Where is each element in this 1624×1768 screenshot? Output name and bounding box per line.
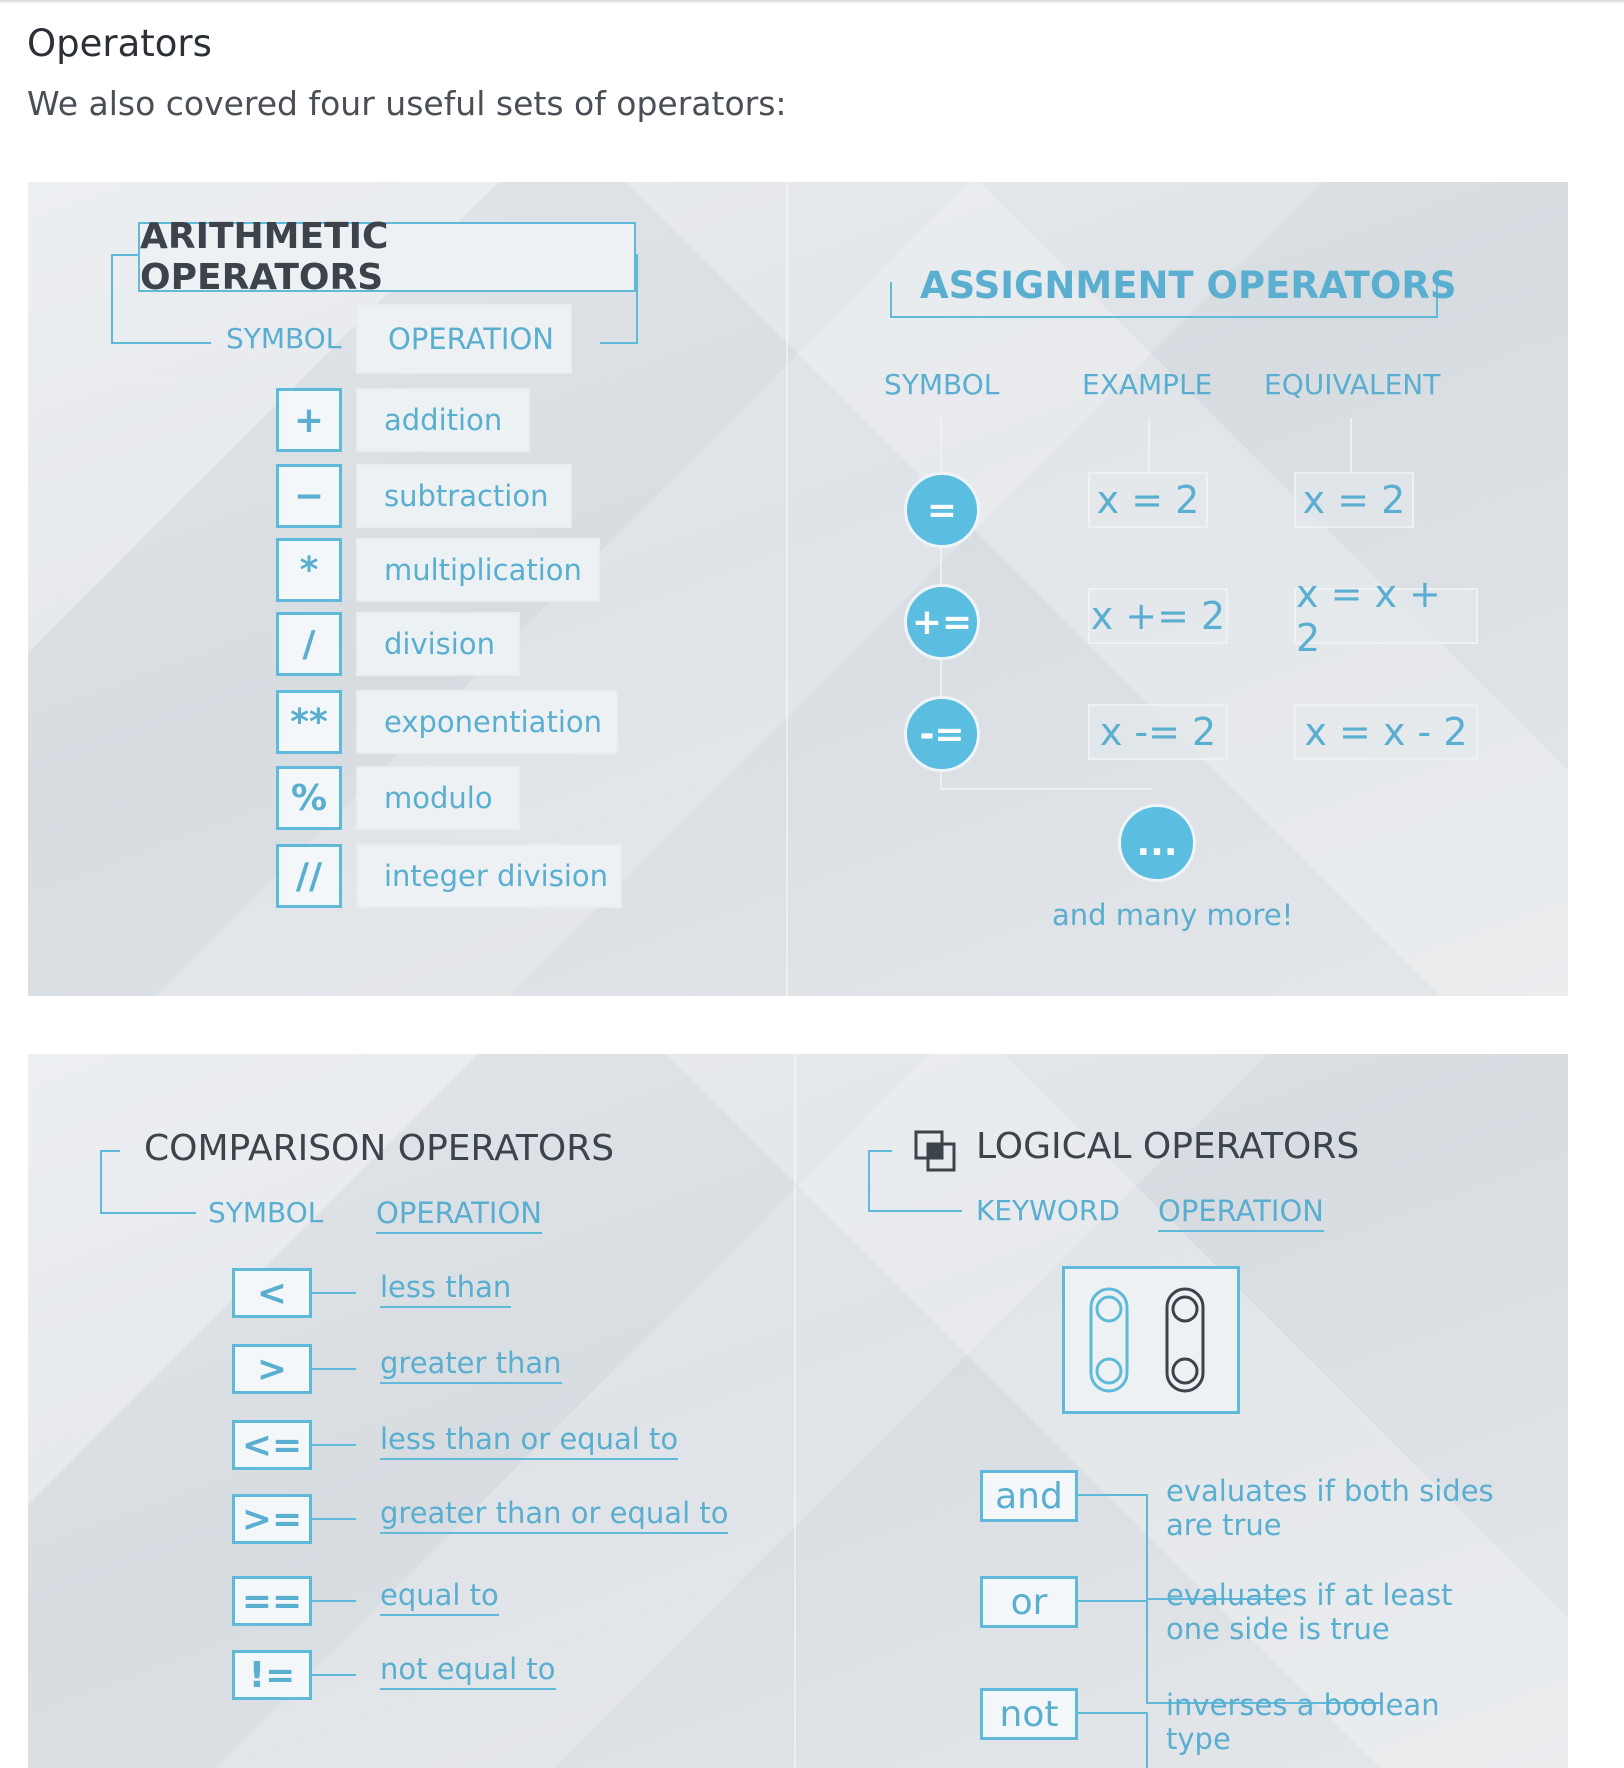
logic-keyword-and: and — [980, 1470, 1078, 1522]
arith-symbol-modulo: % — [276, 766, 342, 830]
assign-example-1: x += 2 — [1088, 588, 1228, 644]
operators-image-bottom: COMPARISON OPERATORS SYMBOL OPERATION < … — [28, 1054, 1568, 1768]
bracket-line — [636, 254, 638, 344]
logical-col-operation: OPERATION — [1158, 1194, 1324, 1232]
cmp-op-gte: greater than or equal to — [380, 1496, 729, 1534]
connector-line — [312, 1368, 356, 1370]
assignment-title: ASSIGNMENT OPERATORS — [920, 264, 1457, 307]
connector-line — [1146, 1712, 1148, 1768]
bracket-line — [600, 342, 638, 344]
logic-venn-icon — [914, 1130, 956, 1172]
bracket-line — [890, 282, 892, 318]
assignment-col-symbol: SYMBOL — [884, 368, 1000, 401]
logical-col-keyword: KEYWORD — [976, 1194, 1120, 1227]
cmp-symbol-lte: <= — [232, 1420, 312, 1470]
arith-symbol-divide: / — [276, 612, 342, 676]
assign-equivalent-2: x = x - 2 — [1294, 704, 1478, 760]
connector-line — [312, 1600, 356, 1602]
logic-desc-or: evaluates if at least one side is true — [1166, 1578, 1453, 1646]
bracket-line — [100, 1150, 102, 1214]
logic-desc-or-line1: evaluates if at least — [1166, 1578, 1453, 1612]
logic-desc-and: evaluates if both sides are true — [1166, 1474, 1494, 1542]
logical-title: LOGICAL OPERATORS — [976, 1126, 1360, 1167]
connector-line — [1078, 1600, 1148, 1602]
assign-symbol-plus-equals: += — [904, 584, 980, 660]
connector-line — [312, 1444, 356, 1446]
connector-line — [312, 1292, 356, 1294]
arith-symbol-plus: + — [276, 388, 342, 452]
arith-op-division: division — [356, 612, 520, 676]
cmp-symbol-gte: >= — [232, 1494, 312, 1544]
assign-example-0: x = 2 — [1088, 472, 1208, 528]
assign-example-2: x -= 2 — [1088, 704, 1228, 760]
assign-more-label: and many more! — [1052, 898, 1294, 932]
arith-op-modulo: modulo — [356, 766, 520, 830]
cmp-symbol-gt: > — [232, 1344, 312, 1394]
cmp-op-neq: not equal to — [380, 1652, 556, 1690]
comparison-col-operation: OPERATION — [376, 1196, 542, 1234]
cmp-op-lte: less than or equal to — [380, 1422, 679, 1460]
connector-line — [1078, 1494, 1148, 1496]
bracket-line — [111, 254, 113, 344]
bracket-line — [100, 1150, 120, 1152]
arith-op-subtraction: subtraction — [356, 464, 572, 528]
bracket-line — [868, 1210, 962, 1212]
arith-op-addition: addition — [356, 388, 530, 452]
assign-equivalent-0: x = 2 — [1294, 472, 1414, 528]
logic-desc-not-line2: type — [1166, 1722, 1231, 1756]
assign-symbol-minus-equals: -= — [904, 696, 980, 772]
logic-desc-not: inverses a boolean type — [1166, 1688, 1440, 1756]
panel-divider — [786, 182, 788, 996]
cmp-op-eq: equal to — [380, 1578, 499, 1616]
arithmetic-title: ARITHMETIC OPERATORS — [138, 216, 636, 298]
logic-desc-not-line1: inverses a boolean — [1166, 1688, 1440, 1722]
logic-keyword-or: or — [980, 1576, 1078, 1628]
cmp-op-lt: less than — [380, 1270, 512, 1308]
bracket-line — [890, 316, 1438, 318]
cmp-op-gt: greater than — [380, 1346, 562, 1384]
cmp-symbol-eq: == — [232, 1576, 312, 1626]
arith-symbol-minus: − — [276, 464, 342, 528]
arith-op-multiplication: multiplication — [356, 538, 600, 602]
connector-line — [940, 788, 1152, 790]
bracket-line — [100, 1212, 196, 1214]
logic-desc-or-line2: one side is true — [1166, 1612, 1390, 1646]
connector-line — [1146, 1494, 1148, 1600]
bracket-line — [111, 342, 211, 344]
assign-equivalent-1: x = x + 2 — [1294, 572, 1478, 660]
connector-line — [1148, 418, 1150, 472]
cmp-symbol-lt: < — [232, 1268, 312, 1318]
bracket-line — [868, 1150, 892, 1152]
toggle-switch-icon — [1062, 1266, 1240, 1414]
comparison-title: COMPARISON OPERATORS — [144, 1128, 615, 1169]
arith-op-exponentiation: exponentiation — [356, 690, 618, 754]
logic-keyword-not: not — [980, 1688, 1078, 1740]
operators-image-top: ARITHMETIC OPERATORS SYMBOL OPERATION + … — [28, 182, 1568, 996]
top-shadow — [0, 0, 1624, 4]
logic-desc-and-line1: evaluates if both sides — [1166, 1474, 1494, 1508]
arith-symbol-multiply: * — [276, 538, 342, 602]
page-title: Operators — [27, 22, 212, 65]
connector-line — [312, 1518, 356, 1520]
assign-more-ellipsis: ... — [1118, 804, 1196, 882]
arith-symbol-exponent: ** — [276, 690, 342, 754]
arith-symbol-intdiv: // — [276, 844, 342, 908]
cmp-symbol-neq: != — [232, 1650, 312, 1700]
bracket-line — [868, 1150, 870, 1212]
connector-line — [1146, 1600, 1148, 1704]
arith-op-integer-division: integer division — [356, 844, 622, 908]
logic-desc-and-line2: are true — [1166, 1508, 1282, 1542]
comparison-col-symbol: SYMBOL — [208, 1196, 324, 1229]
connector-line — [312, 1674, 356, 1676]
page-intro: We also covered four useful sets of oper… — [27, 84, 787, 123]
arithmetic-col-operation: OPERATION — [356, 304, 572, 374]
connector-line — [1350, 418, 1352, 472]
arithmetic-col-symbol: SYMBOL — [226, 322, 342, 355]
connector-line — [1078, 1712, 1148, 1714]
assignment-col-example: EXAMPLE — [1082, 368, 1213, 401]
assign-symbol-equals: = — [904, 472, 980, 548]
panel-divider — [794, 1054, 796, 1768]
assignment-col-equivalent: EQUIVALENT — [1264, 368, 1441, 401]
